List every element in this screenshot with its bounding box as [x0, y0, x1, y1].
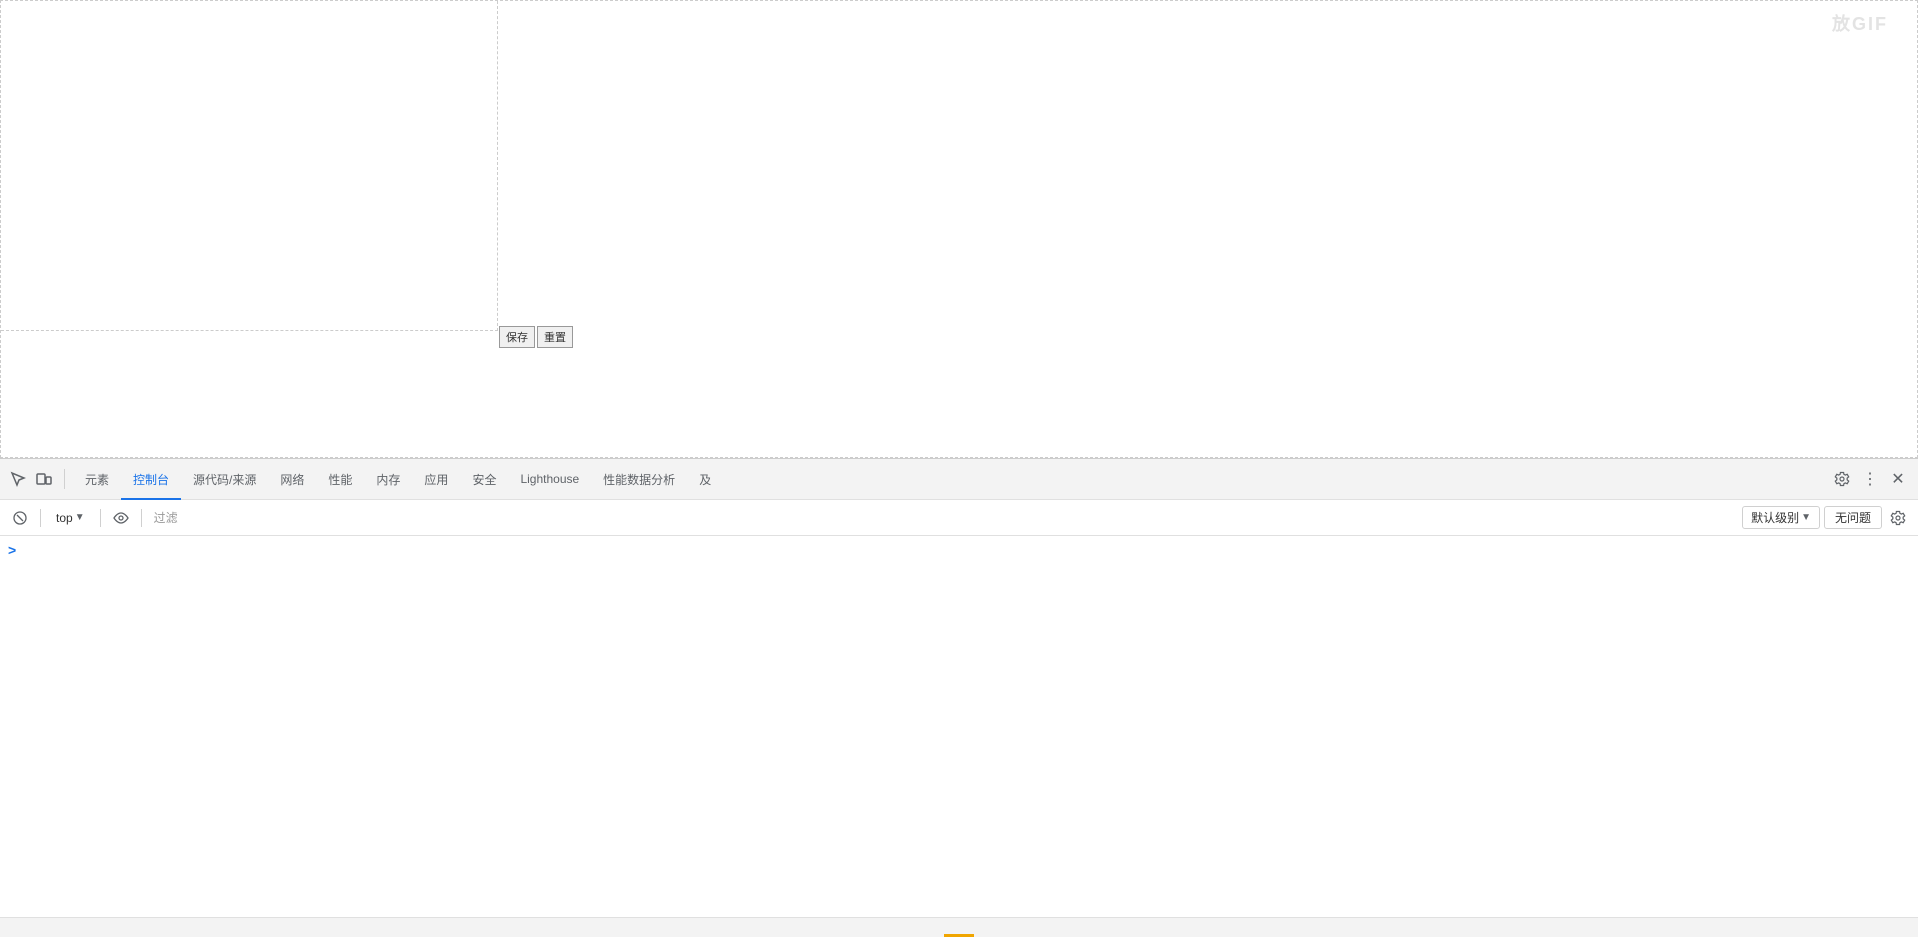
devtools-toolbar: 元素 控制台 源代码/来源 网络 性能 内存 应用 安全 Lighthouse …	[0, 459, 1918, 500]
reset-button[interactable]: 重置	[537, 326, 573, 348]
bottom-status-bar	[0, 917, 1918, 937]
content-right-panel	[499, 1, 1917, 331]
settings-icon[interactable]	[1830, 467, 1854, 491]
console-toolbar: top ▼ 默认级别 ▼ 无问题	[0, 500, 1918, 536]
devtools-icon-group	[8, 469, 65, 489]
clear-console-icon[interactable]	[8, 506, 32, 530]
tab-network[interactable]: 网络	[268, 460, 316, 500]
console-settings-icon[interactable]	[1886, 506, 1910, 530]
console-content: >	[0, 536, 1918, 937]
close-devtools-icon[interactable]: ✕	[1886, 467, 1910, 491]
tab-security[interactable]: 安全	[460, 460, 508, 500]
context-label: top	[56, 511, 73, 525]
device-toolbar-icon[interactable]	[34, 469, 54, 489]
filter-input[interactable]	[150, 506, 1736, 530]
save-button[interactable]: 保存	[499, 326, 535, 348]
log-level-arrow-icon: ▼	[1801, 512, 1811, 523]
tab-perf-insights[interactable]: 性能数据分析	[591, 460, 687, 500]
context-arrow-icon: ▼	[75, 512, 85, 523]
console-prompt: >	[8, 540, 1910, 560]
separator-1	[40, 509, 41, 527]
tab-lighthouse[interactable]: Lighthouse	[508, 460, 591, 500]
devtools-tabs: 元素 控制台 源代码/来源 网络 性能 内存 应用 安全 Lighthouse …	[73, 459, 723, 499]
browser-content: 保存 重置	[0, 0, 1918, 458]
tab-source[interactable]: 源代码/来源	[181, 460, 268, 500]
separator-2	[100, 509, 101, 527]
form-buttons: 保存 重置	[499, 326, 573, 348]
log-level-label: 默认级别	[1751, 509, 1799, 526]
inspect-element-icon[interactable]	[8, 469, 28, 489]
tab-more[interactable]: 及	[687, 460, 723, 500]
devtools-panel: 元素 控制台 源代码/来源 网络 性能 内存 应用 安全 Lighthouse …	[0, 458, 1918, 937]
eye-icon[interactable]	[109, 506, 133, 530]
tab-performance[interactable]: 性能	[316, 460, 364, 500]
content-left-panel	[1, 1, 498, 331]
tab-memory[interactable]: 内存	[364, 460, 412, 500]
tab-console[interactable]: 控制台	[121, 460, 181, 500]
more-options-icon[interactable]: ⋮	[1858, 467, 1882, 491]
tab-elements[interactable]: 元素	[73, 460, 121, 500]
log-level-selector[interactable]: 默认级别 ▼	[1742, 506, 1820, 529]
toolbar-right-icons: ⋮ ✕	[1830, 467, 1910, 491]
tab-application[interactable]: 应用	[412, 460, 460, 500]
console-right: 默认级别 ▼ 无问题	[1742, 506, 1910, 530]
watermark: 放GIF	[1832, 10, 1888, 36]
context-selector[interactable]: top ▼	[49, 508, 92, 528]
no-issues-badge[interactable]: 无问题	[1824, 506, 1882, 529]
separator-3	[141, 509, 142, 527]
chevron-right-icon[interactable]: >	[8, 542, 16, 558]
